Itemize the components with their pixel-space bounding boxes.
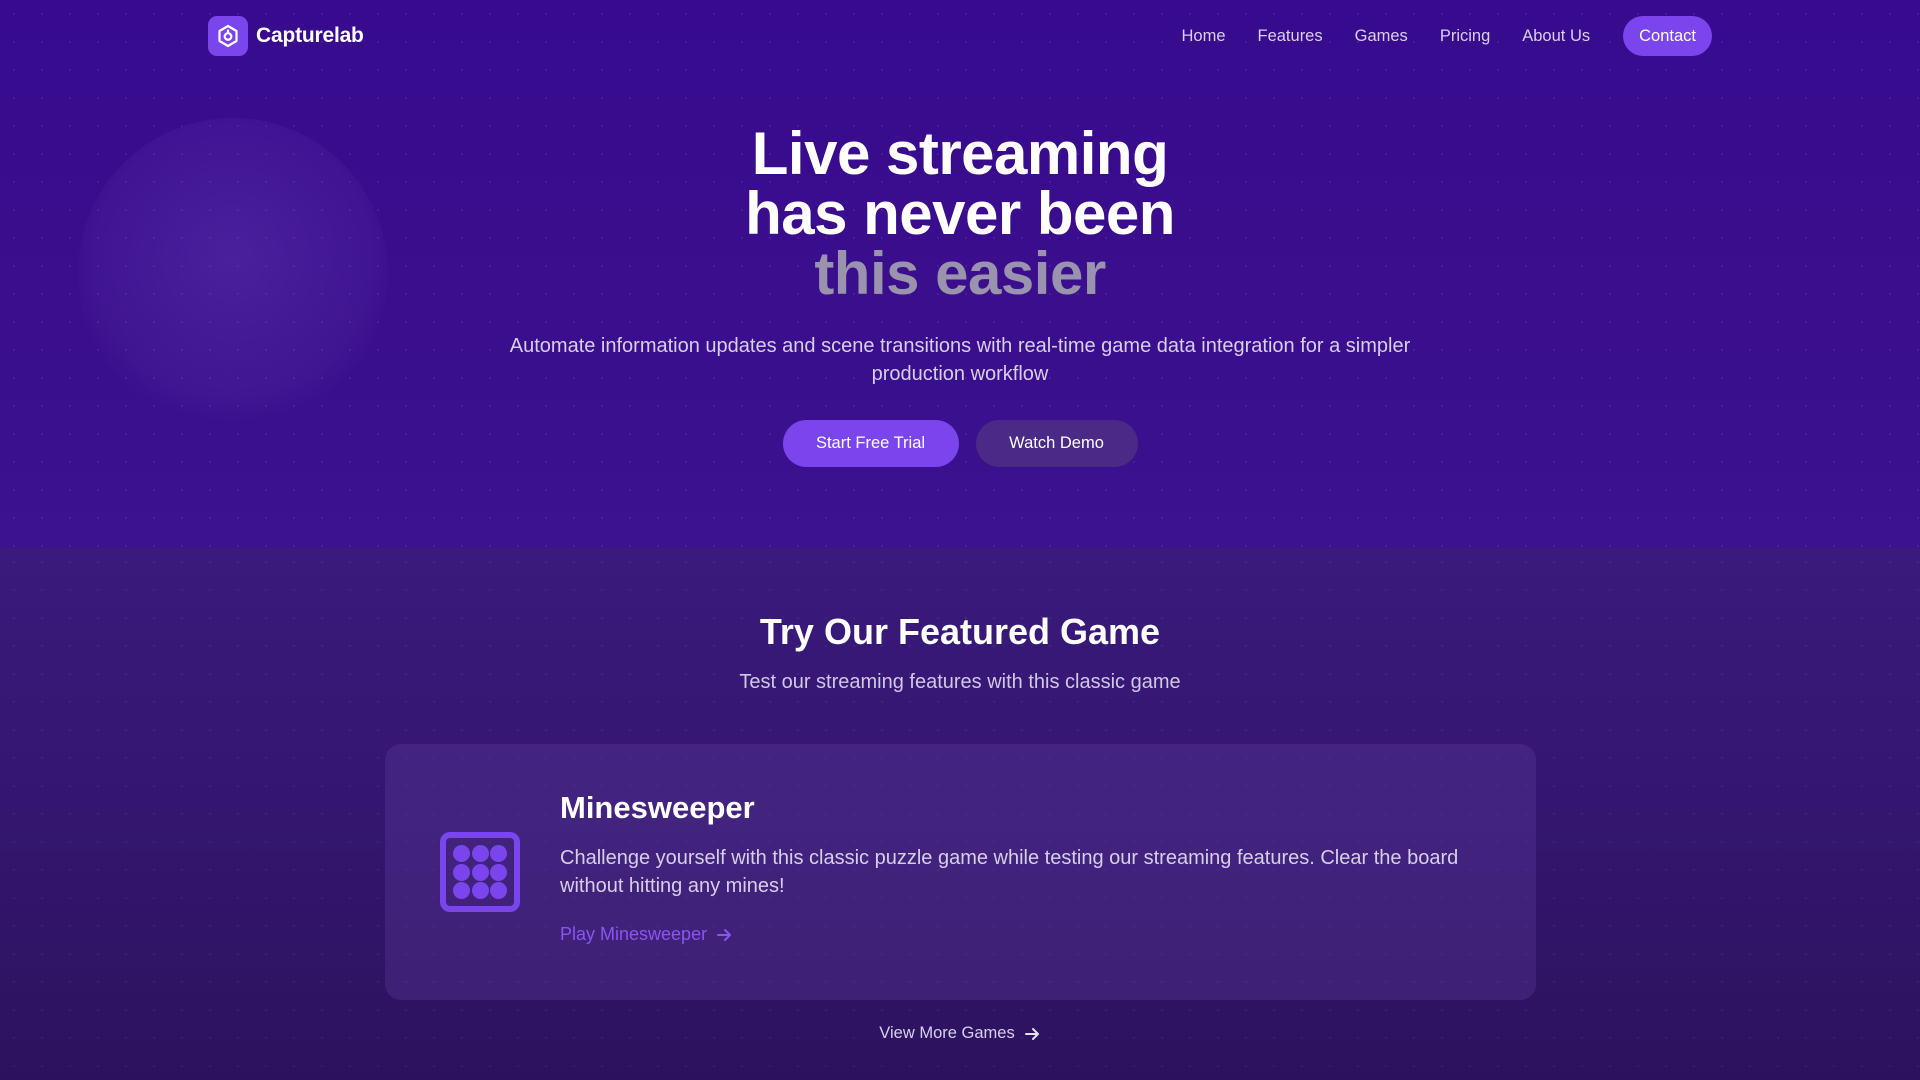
hero-title: Live streaming has never been this easie… xyxy=(0,124,1920,304)
nav-link-features[interactable]: Features xyxy=(1258,27,1323,46)
watch-demo-button[interactable]: Watch Demo xyxy=(975,420,1138,467)
nav-links: Home Features Games Pricing About Us Con… xyxy=(1181,16,1712,56)
nav-link-pricing[interactable]: Pricing xyxy=(1440,27,1490,46)
featured-section-title: Try Our Featured Game xyxy=(759,611,1161,652)
top-nav: Capturelab Home Features Games Pricing A… xyxy=(208,16,1712,56)
hero-subtitle: Automate information updates and scene t… xyxy=(509,335,1411,385)
arrow-right-icon xyxy=(717,928,732,941)
hero-title-line-3: this easier xyxy=(814,240,1106,307)
game-title: Minesweeper xyxy=(560,790,755,825)
hero-title-line-1: Live streaming xyxy=(751,120,1169,187)
capturelab-logo-icon xyxy=(208,16,248,56)
view-more-games-label: View More Games xyxy=(879,1024,1015,1042)
nav-link-games[interactable]: Games xyxy=(1355,27,1408,46)
brand-name: Capturelab xyxy=(256,24,364,47)
hero-title-line-2: has never been xyxy=(745,180,1175,247)
nav-link-about-us[interactable]: About Us xyxy=(1522,27,1590,46)
minesweeper-grid-icon xyxy=(440,832,520,912)
play-minesweeper-label: Play Minesweeper xyxy=(560,924,708,944)
game-card-minesweeper: Minesweeper Challenge yourself with this… xyxy=(385,744,1536,1000)
start-free-trial-button[interactable]: Start Free Trial xyxy=(782,420,959,467)
featured-section-subtitle: Test our streaming features with this cl… xyxy=(739,671,1181,693)
game-description: Challenge yourself with this classic puz… xyxy=(560,847,1459,897)
brand[interactable]: Capturelab xyxy=(208,16,364,56)
arrow-right-icon xyxy=(1024,1027,1039,1040)
play-minesweeper-link[interactable]: Play Minesweeper xyxy=(560,924,733,945)
nav-link-home[interactable]: Home xyxy=(1181,27,1225,46)
hero-cta-row: Start Free Trial Watch Demo xyxy=(0,420,1920,467)
view-more-games-link[interactable]: View More Games xyxy=(0,1024,1920,1043)
contact-button[interactable]: Contact xyxy=(1623,16,1712,56)
